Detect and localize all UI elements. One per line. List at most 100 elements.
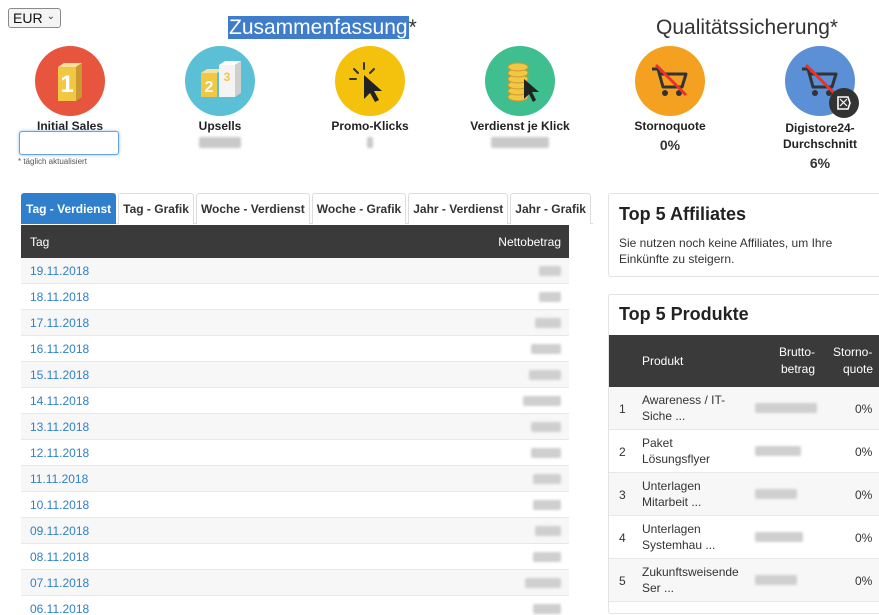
table-row: 06.11.2018 [21,596,569,615]
nettobetrag-value-redacted [531,343,561,354]
date-link[interactable]: 18.11.2018 [30,290,89,304]
date-link[interactable]: 17.11.2018 [30,316,89,330]
cart-cancel-icon [635,46,705,116]
date-link[interactable]: 08.11.2018 [30,550,89,564]
product-name: Zukunftsweisende Ser ... [642,564,739,596]
bruttobetrag-value-redacted [755,446,801,456]
col-header-brutto-2: betrag [781,362,816,376]
product-row: 1 Awareness / IT- Siche ... 0% [609,387,879,430]
coins-click-icon [485,46,555,116]
top-products-title: Top 5 Produkte [619,304,749,324]
top-affiliates-title: Top 5 Affiliates [619,204,747,224]
nettobetrag-value-redacted [533,499,561,510]
table-row: 14.11.2018 [21,388,569,414]
table-row: 07.11.2018 [21,570,569,596]
date-link[interactable]: 09.11.2018 [30,524,89,538]
currency-select-value: EUR [13,10,43,26]
col-header-storno-2: quote [843,362,874,376]
bruttobetrag-value-redacted [755,532,803,542]
date-link[interactable]: 07.11.2018 [30,576,89,590]
table-row: 12.11.2018 [21,440,569,466]
col-header-produkt: Produkt [642,354,684,368]
product-name-line-1: Unterlagen [642,479,701,493]
nettobetrag-value-redacted [539,291,561,302]
upsells-value-redacted [199,137,241,148]
nettobetrag-value-redacted [539,265,561,276]
cursor-click-icon [335,46,405,116]
tab-jahr-grafik[interactable]: Jahr - Grafik [510,193,591,224]
nettobetrag-value-redacted [531,421,561,432]
svg-text:2: 2 [205,79,214,96]
verdienst-je-klick-value-redacted [491,137,549,148]
date-link[interactable]: 15.11.2018 [30,368,89,382]
promo-klicks-label: Promo-Klicks [331,119,409,133]
date-link[interactable]: 14.11.2018 [30,394,89,408]
tab-woche-grafik[interactable]: Woche - Grafik [311,193,407,224]
digistore-durchschnitt-value: 6% [809,155,831,171]
tab-tag-grafik[interactable]: Tag - Grafik [118,193,194,224]
tab-tag-verdienst[interactable]: Tag - Verdienst [21,193,117,224]
nettobetrag-value-redacted [523,395,561,406]
kpi-upsells: 2 3 Upsells [150,46,290,148]
verdienst-je-klick-label: Verdienst je Klick [470,119,570,133]
date-link[interactable]: 11.11.2018 [30,472,88,486]
table-row: 08.11.2018 [21,544,569,570]
product-name: Awareness / IT- Siche ... [642,392,737,424]
stornoquote-value: 0% [855,574,873,588]
nettobetrag-value-redacted [535,525,561,536]
product-name-line-1: Unterlagen [642,522,701,536]
digistore-durchschnitt-label: Digistore24- Durchschnitt [782,121,857,151]
bruttobetrag-value-redacted [755,575,797,585]
stornoquote-value: 0% [855,488,873,502]
product-name-line-2: Systemhau ... [642,538,716,552]
currency-select[interactable]: EUR ⌄ [8,8,61,28]
table-body: 19.11.2018 18.11.2018 17.11.2018 16.11.2018… [21,258,569,615]
table-row: 10.11.2018 [21,492,569,518]
product-rank: 2 [619,445,626,459]
nettobetrag-value-redacted [531,447,561,458]
product-row: 4 Unterlagen Systemhau ... 0% [609,516,879,559]
nettobetrag-value-redacted [533,473,561,484]
upsells-icon: 2 3 [185,46,255,116]
tab-woche-verdienst[interactable]: Woche - Verdienst [195,193,310,224]
summary-title-text: Zusammenfassung [228,16,409,39]
products-table-header: Produkt Brutto- betrag Storno- quote [609,335,879,387]
upsells-label: Upsells [198,119,242,133]
svg-text:1: 1 [60,71,73,98]
product-name-line-2: Siche ... [642,409,686,423]
date-link[interactable]: 16.11.2018 [30,342,89,356]
product-name-line-1: Paket [642,436,673,450]
product-row: 3 Unterlagen Mitarbeit ... 0% [609,473,879,516]
kpi-initial-sales: 1 Initial Sales [0,46,140,134]
digistore-logo-icon [829,88,859,118]
date-link[interactable]: 10.11.2018 [30,498,89,512]
product-rank: 1 [619,402,626,416]
product-name-line-1: Awareness / IT- [642,393,726,407]
product-name-line-2: Lösungsflyer [642,452,711,466]
top-affiliates-panel: Top 5 Affiliates Sie nutzen noch keine A… [608,193,879,277]
product-name: Unterlagen Systemhau ... [642,521,737,553]
nettobetrag-value-redacted [533,603,561,614]
table-row: 19.11.2018 [21,258,569,284]
date-link[interactable]: 06.11.2018 [30,602,89,615]
summary-title-star: * [408,16,417,39]
table-row: 13.11.2018 [21,414,569,440]
daily-earnings-table: Tag Nettobetrag 19.11.2018 18.11.2018 17.1… [21,225,569,615]
cart-cancel-icon [785,46,859,118]
col-header-nettobetrag: Nettobetrag [498,234,561,249]
initial-sales-input[interactable] [19,131,119,155]
date-link[interactable]: 12.11.2018 [30,446,89,460]
stornoquote-value: 0% [855,402,873,416]
col-header-storno-1: Storno- [833,345,873,359]
bruttobetrag-value-redacted [755,489,797,499]
date-link[interactable]: 13.11.2018 [30,420,89,434]
stornoquote-label: Stornoquote [634,119,706,133]
table-row: 16.11.2018 [21,336,569,362]
table-row: 18.11.2018 [21,284,569,310]
product-name: Unterlagen Mitarbeit ... [642,478,737,510]
tab-jahr-verdienst[interactable]: Jahr - Verdienst [408,193,509,224]
product-rank: 4 [619,531,626,545]
table-row: 15.11.2018 [21,362,569,388]
date-link[interactable]: 19.11.2018 [30,264,89,278]
kpi-verdienst-je-klick: Verdienst je Klick [450,46,590,148]
